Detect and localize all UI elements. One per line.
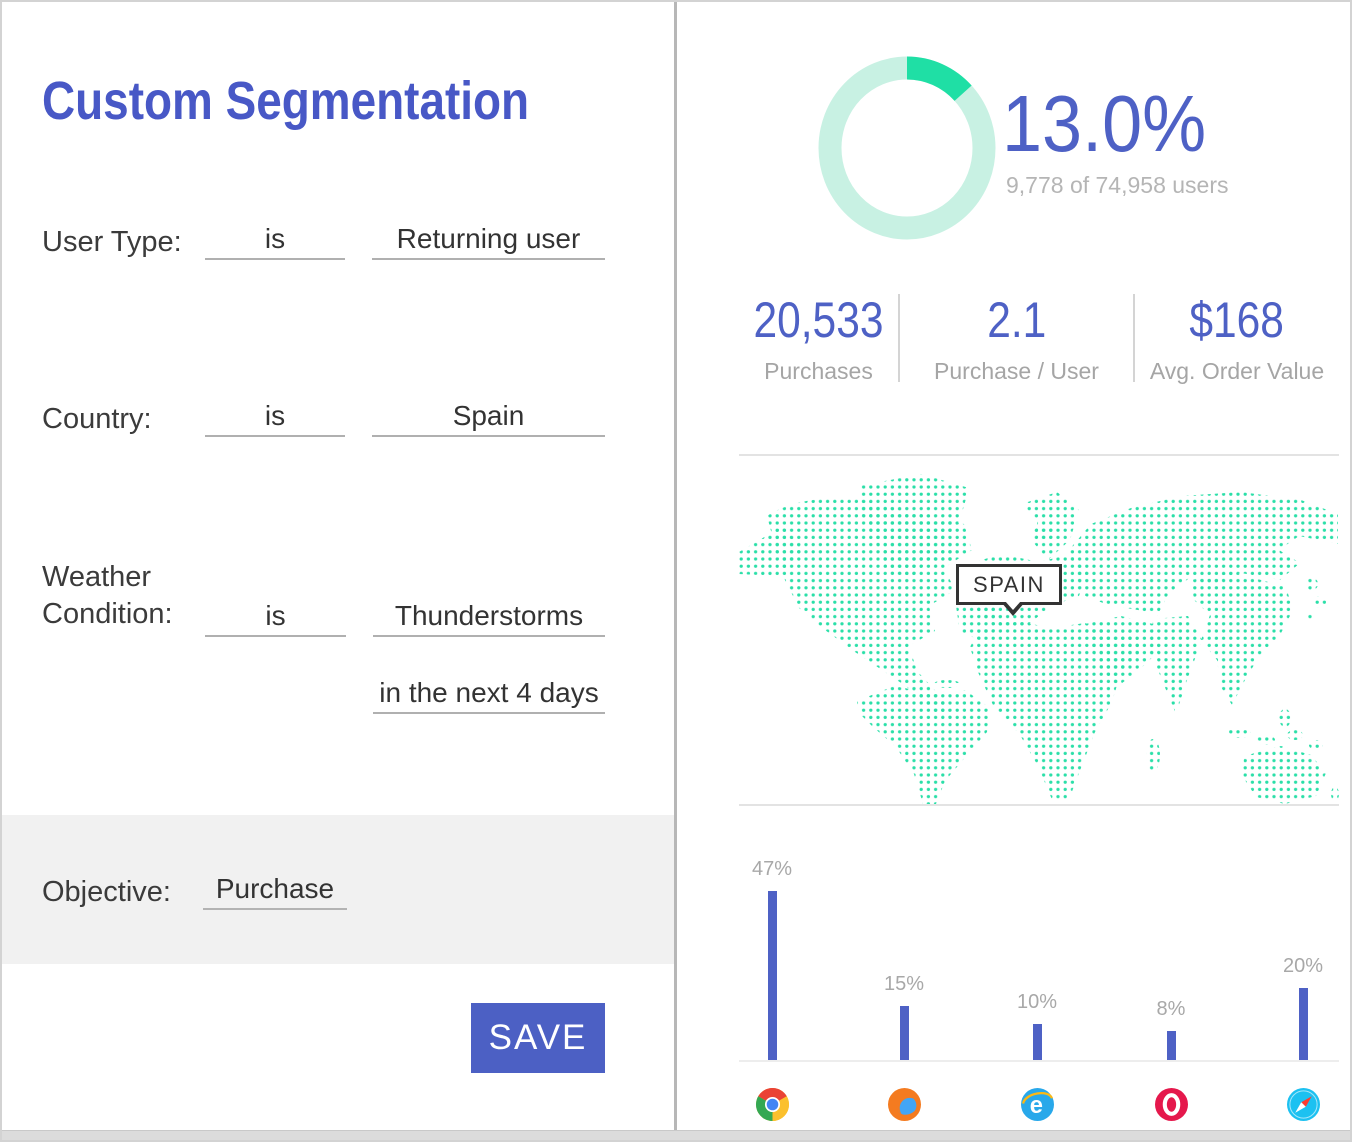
continents [739,474,1339,804]
bar-chrome [768,891,777,1060]
world-map: SPAIN [739,454,1339,806]
weather-condition-label: Weather Condition: [42,559,222,633]
opera-icon [1126,1088,1216,1121]
save-button[interactable]: SAVE [471,1003,605,1073]
bar-safari [1299,988,1308,1060]
chart-baseline [739,1060,1339,1062]
weather-value-field-line2[interactable]: in the next 4 days [373,678,605,714]
objective-label: Objective: [42,874,171,911]
user-type-value-field[interactable]: Returning user [372,224,605,260]
stat-purchases-label: Purchases [739,358,898,385]
country-operator-field[interactable]: is [205,401,345,437]
bottom-edge [2,1130,1350,1140]
chrome-icon [727,1088,817,1121]
bar-firefox [900,1006,909,1060]
weather-operator-field[interactable]: is [205,601,346,637]
bar-column-chrome: 47% [727,847,817,1060]
objective-value-field[interactable]: Purchase [203,874,347,910]
custom-segmentation-app: Custom Segmentation User Type: is Return… [0,0,1352,1142]
internet-explorer-icon: e [992,1088,1082,1121]
bar-column-firefox: 15% [859,847,949,1060]
stat-avg-order-value-value: $168 [1190,294,1285,346]
country-label: Country: [42,401,152,438]
bar-value-chrome: 47% [727,858,817,881]
safari-icon [1258,1088,1348,1121]
bar-opera [1167,1031,1176,1060]
stat-purchase-per-user: 2.1 Purchase / User [898,294,1133,382]
page-title: Custom Segmentation [42,70,529,132]
country-value-field[interactable]: Spain [372,401,605,437]
bar-ie [1033,1024,1042,1060]
weather-value-field[interactable]: Thunderstorms [373,601,605,637]
panel-divider [674,2,677,1142]
bar-column-safari: 20% [1258,847,1348,1060]
bar-column-opera: 8% [1126,847,1216,1060]
bar-value-safari: 20% [1258,955,1348,978]
bar-value-opera: 8% [1126,998,1216,1021]
stat-purchases: 20,533 Purchases [739,294,898,382]
stat-avg-order-value-label: Avg. Order Value [1135,358,1339,385]
bar-column-ie: 10% [992,847,1082,1060]
browser-share-chart: 47% 15% 10% 8% 20% [679,847,1352,1142]
donut-percent-value: 13.0% [1002,80,1206,168]
firefox-icon [859,1088,949,1121]
map-tooltip-spain: SPAIN [956,564,1062,605]
bar-value-ie: 10% [992,991,1082,1014]
stat-avg-order-value: $168 Avg. Order Value [1133,294,1339,382]
user-type-operator-field[interactable]: is [205,224,345,260]
user-type-label: User Type: [42,224,182,261]
world-map-svg [739,456,1339,804]
svg-text:e: e [1029,1093,1042,1119]
donut-segment [907,68,963,93]
stat-purchase-per-user-value: 2.1 [987,294,1046,346]
map-tooltip-text: SPAIN [973,572,1045,598]
bar-value-firefox: 15% [859,973,949,996]
stat-purchases-value: 20,533 [754,294,884,346]
stat-purchase-per-user-label: Purchase / User [900,358,1133,385]
donut-subtitle: 9,778 of 74,958 users [1006,172,1229,199]
donut-chart [818,56,996,240]
